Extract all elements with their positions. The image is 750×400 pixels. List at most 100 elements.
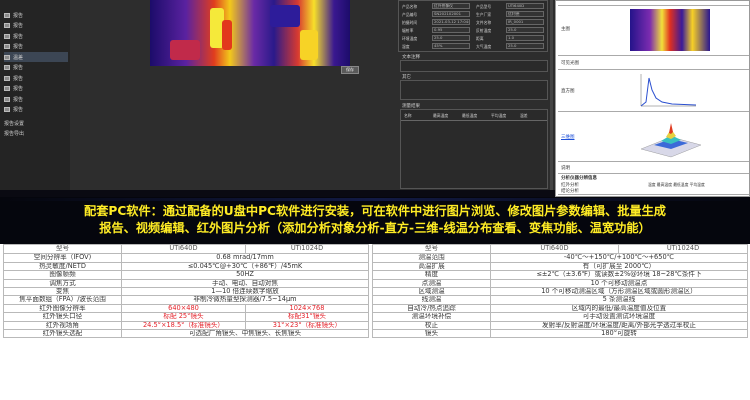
analysis-row: 分析仪器分辨信息 红外分析 结论分析 温度 最高温度 最低温度 平均温度 xyxy=(558,173,749,195)
spec-value-cell: 10 个可移动测温区域（方形测温区域或圆形测温区） xyxy=(490,286,748,297)
field-label: 产品名称 xyxy=(402,4,418,9)
visible-row: 可见光图 xyxy=(558,55,749,69)
sidebar-item[interactable]: 报告 xyxy=(4,73,68,83)
item-icon xyxy=(4,86,10,91)
sidebar-item[interactable]: 报告 xyxy=(4,42,68,52)
spec-value-cell: 5 条测温线 xyxy=(490,295,748,305)
field-label: 反射温度 xyxy=(476,28,492,33)
spec-tables: 型号 UTi640D UTi1024D 空间分辨率（IFOV) 0.68 mrad/17… xyxy=(0,243,750,400)
spec-name-cell: 测温环境补偿 xyxy=(372,312,491,322)
spec-value-cell: 1024×768 xyxy=(245,303,369,314)
field-value[interactable]: 0.95 xyxy=(432,27,470,33)
spec-value-cell: ≤0.045℃@+30℃（+86℉）/45mK xyxy=(121,261,369,272)
field-value[interactable]: 45% xyxy=(432,43,470,49)
spec-name-cell: 变焦 xyxy=(3,286,122,297)
results-header: 名称 xyxy=(404,113,412,118)
caption-line-2: 报告、视频编辑、红外图片分析（添加分析对象分析-直方-三维-线温分布查看、变焦功… xyxy=(99,221,651,235)
table-row: 热灵敏度/NETD ≤0.045℃@+30℃（+86℉）/45mK xyxy=(3,261,369,272)
sidebar-item-label: 温差 xyxy=(13,54,24,61)
spec-value-cell: 0.68 mrad/17mm xyxy=(121,253,369,263)
spec-value-cell: 有（可扩展至 2000℃） xyxy=(490,261,748,272)
results-header: 温差 xyxy=(520,113,528,118)
spec-name-cell: 自动冷/热点追踪 xyxy=(372,303,491,314)
field-value[interactable]: SN202102001 xyxy=(432,11,470,17)
report-footer: 温度 最高温度 最低温度 平均温度 xyxy=(648,182,705,187)
sidebar-item[interactable]: 报告 xyxy=(4,63,68,73)
3d-chart xyxy=(640,123,702,158)
spec-name-cell: 点测温 xyxy=(372,278,491,289)
spec-name-cell: 校正 xyxy=(372,320,491,331)
table-row: 高温扩展 有（可扩展至 2000℃） xyxy=(372,261,748,272)
spec-name-cell: 空间分辨率（IFOV) xyxy=(3,253,122,263)
report-caption: 直方图 xyxy=(561,89,575,94)
note-row: 说明 xyxy=(558,161,749,173)
sidebar-item[interactable]: 报告 xyxy=(4,94,68,104)
field-value[interactable]: 红外热像仪 xyxy=(432,3,470,9)
sidebar-item[interactable]: 报告 xyxy=(4,10,68,20)
sidebar-item-label: 报告 xyxy=(13,33,24,40)
results-table: 名称 最高温度 最低温度 平均温度 温差 xyxy=(400,109,548,189)
item-icon xyxy=(4,96,10,102)
item-icon xyxy=(4,65,10,70)
spec-value-cell: 50HZ xyxy=(121,270,369,280)
field-value[interactable]: 25.0 xyxy=(432,35,470,41)
sidebar-bottom-item[interactable]: 报告导出 xyxy=(4,128,68,138)
spec-value-cell: 24.5°×18.5°（标准镜头） xyxy=(121,320,246,331)
item-icon xyxy=(4,33,10,39)
item-icon xyxy=(4,75,10,81)
field-value[interactable]: UTi640D xyxy=(506,3,544,9)
sidebar-item-label: 报告 xyxy=(13,12,24,19)
field-value[interactable]: 1.0 xyxy=(506,35,544,41)
field-label: 环境温度 xyxy=(402,36,418,41)
vertical-scrollbar[interactable] xyxy=(550,0,553,190)
save-button[interactable]: 保存 xyxy=(341,66,359,74)
header-cell: 型号 xyxy=(3,243,122,255)
field-value[interactable]: 25.0 xyxy=(506,43,544,49)
spec-name-cell: 红外镜头选配 xyxy=(3,329,122,339)
spec-value-cell: 手动、电动、自动对焦 xyxy=(121,278,369,289)
other-box xyxy=(400,80,548,100)
item-icon xyxy=(4,23,10,28)
caption-line-1: 配套PC软件：通过配备的U盘中PC软件进行安装，可在软件中进行图片浏览、修改图片… xyxy=(84,204,666,218)
sidebar-item[interactable]: 温差 xyxy=(4,52,68,62)
field-value[interactable]: 2021-03-12 17:04:34 xyxy=(432,19,470,25)
table-row: 调焦方式 手动、电动、自动对焦 xyxy=(3,278,369,289)
header-cell: UTi1024D xyxy=(245,243,369,255)
field-value[interactable]: 优利德 xyxy=(506,11,544,17)
spec-name-cell: 图像帧频 xyxy=(3,270,122,280)
report-caption: 主图 xyxy=(561,27,570,32)
field-value[interactable]: 25.0 xyxy=(506,27,544,33)
sidebar-item[interactable]: 报告 xyxy=(4,105,68,115)
spec-value-cell: 可选配广角镜头、中焦镜头、长焦镜头 xyxy=(121,329,369,339)
spec-value-cell: 非制冷微热量型探测器/7.5~14μm xyxy=(121,295,369,305)
software-preview: 报告 报告 报告 报告 温差 报告 报告 报告 报告 报告 报告设置 报告导出 保存 产品名称 红外热像… xyxy=(0,0,750,197)
sidebar-bottom-item[interactable]: 报告设置 xyxy=(4,118,68,128)
report-caption: 结论分析 xyxy=(561,189,579,194)
table-row: 自动冷/热点追踪 区域内的最低/最高温度值及位置 xyxy=(372,303,748,314)
sidebar-item[interactable]: 报告 xyxy=(4,84,68,94)
field-value[interactable]: IR_0001 xyxy=(506,19,544,25)
spec-value-cell: ≤±2℃（±3.6℉）或读数±2%@环境 18~28℃条件下 xyxy=(490,270,748,280)
item-icon xyxy=(4,44,10,49)
spec-name-cell: 高温扩展 xyxy=(372,261,491,272)
field-label: 拍摄时间 xyxy=(402,20,418,25)
sidebar-item-label: 报告 xyxy=(13,96,24,103)
table-row: 测温环境补偿 可手动设置测试环境温度 xyxy=(372,312,748,322)
thermal-image xyxy=(150,0,350,66)
report-caption: 分析仪器分辨信息 xyxy=(561,176,597,181)
sidebar-item[interactable]: 报告 xyxy=(4,21,68,31)
sidebar-item[interactable]: 报告 xyxy=(4,31,68,41)
main-image-row: 主图 xyxy=(558,5,749,55)
annotation-box[interactable] xyxy=(400,60,548,72)
header-cell: UTi1024D xyxy=(618,243,748,255)
report-link-3d[interactable]: 三维图 xyxy=(561,134,575,140)
spec-name-cell: 精度 xyxy=(372,270,491,280)
spec-name-cell: 焦平面数组（FPA）/波长范围 xyxy=(3,295,122,305)
spec-name-cell: 红外图像分辨率 xyxy=(3,303,122,314)
table-row: 校正 发射率/反射温度/环境温度/距离/外部光学透过率校正 xyxy=(372,320,748,331)
spec-value-cell: 180°可旋转 xyxy=(490,329,748,339)
spec-name-cell: 线测温 xyxy=(372,295,491,305)
table-row: 图像帧频 50HZ xyxy=(3,270,369,280)
sidebar-item-label: 报告导出 xyxy=(4,130,25,137)
spec-value-cell: 区域内的最低/最高温度值及位置 xyxy=(490,303,748,314)
